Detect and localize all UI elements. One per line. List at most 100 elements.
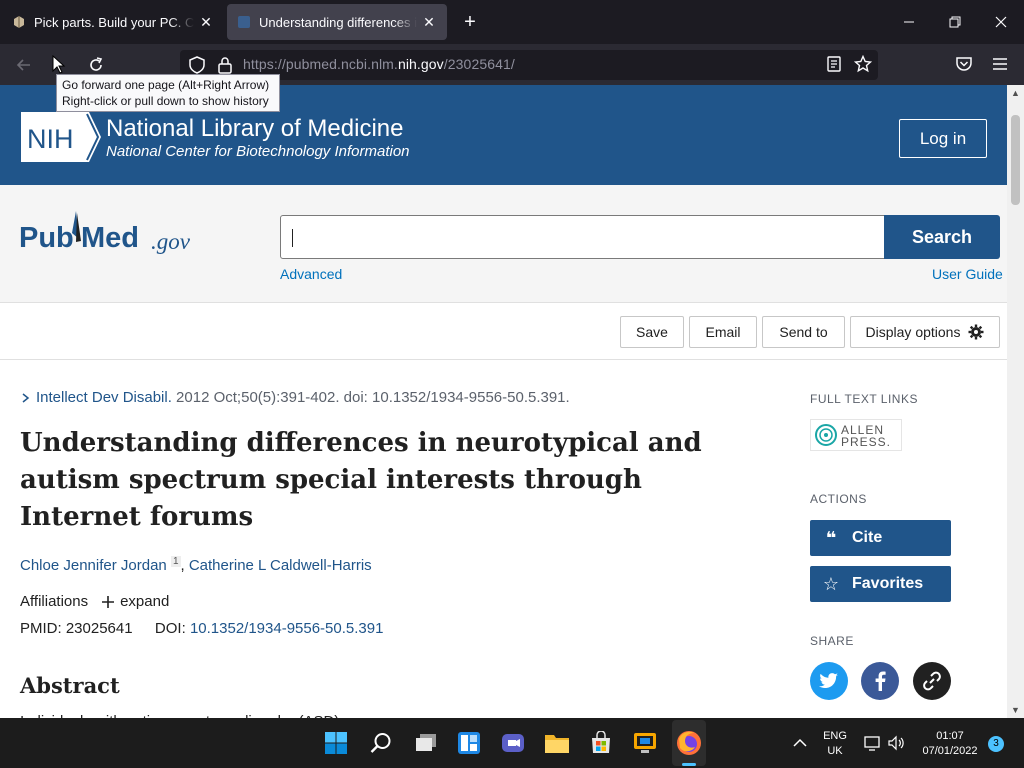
email-button[interactable]: Email [689,316,757,348]
back-button[interactable] [11,52,37,78]
login-button[interactable]: Log in [899,119,987,158]
cite-button[interactable]: ❝ Cite [810,520,951,556]
article-title: Understanding differences in neurotypica… [20,428,702,532]
clock-time: 01:07 [936,730,964,742]
widgets-button[interactable] [455,729,483,757]
nlm-title[interactable]: National Library of Medicine [106,115,403,143]
new-tab-button[interactable]: + [458,10,482,34]
file-explorer-button[interactable] [543,729,571,757]
pocket-icon[interactable] [955,56,973,72]
page-scrollbar[interactable]: ▲ ▼ [1007,85,1024,718]
volume-button[interactable] [884,729,910,757]
folder-icon [545,735,569,753]
journal-link[interactable]: Intellect Dev Disabil. [36,389,172,406]
search-input[interactable] [280,215,885,259]
teams-chat-button[interactable] [499,729,527,757]
quote-icon: ❝ [825,527,837,548]
affiliations-row: Affiliations expand [20,593,169,610]
author-link[interactable]: Catherine L Caldwell-Harris [189,557,372,574]
chat-icon [502,734,524,752]
pubmed-favicon-icon [238,16,250,28]
actions-heading: ACTIONS [810,492,867,506]
author-link[interactable]: Chloe Jennifer Jordan [20,557,167,574]
url-text[interactable]: https://pubmed.ncbi.nlm.nih.gov/23025641… [243,56,515,72]
advanced-search-link[interactable]: Advanced [280,266,342,282]
scroll-thumb[interactable] [1011,115,1020,205]
minimize-icon [904,21,914,23]
tab-title: Pick parts. Build your PC. Compare [34,14,194,30]
share-heading: SHARE [810,634,854,648]
notification-count-badge[interactable]: 3 [988,736,1004,752]
arrow-left-icon [16,59,30,71]
browser-tab-pubmed[interactable]: Understanding differences in neuro ✕ [227,4,447,40]
favorites-button[interactable]: ☆ Favorites [810,566,951,602]
save-button[interactable]: Save [620,316,684,348]
link-icon [923,671,941,691]
firefox-button[interactable] [675,729,703,757]
cite-label: Cite [852,529,883,546]
affiliation-marker[interactable]: 1 [170,556,181,567]
forward-tooltip: Go forward one page (Alt+Right Arrow) Ri… [56,74,280,112]
citation-details: 2012 Oct;50(5):391-402. doi: 10.1352/193… [171,389,570,406]
user-guide-link[interactable]: User Guide [932,266,1003,282]
clock-date: 07/01/2022 [922,745,978,757]
windows-logo-icon [325,732,347,754]
abstract-heading: Abstract [20,673,120,698]
url-path: /23025641/ [443,56,515,72]
close-window-button[interactable] [978,0,1024,44]
share-twitter-button[interactable] [810,662,848,700]
language-code: ENG [823,730,847,742]
display-options-button[interactable]: Display options [850,316,1000,348]
star-outline-icon: ☆ [822,573,840,594]
cursor-pointer-icon [52,55,66,74]
identifier-line: PMID: 23025641 DOI: 10.1352/1934-9556-50… [20,620,383,637]
windows-taskbar: ENG UK 01:07 07/01/2022 [0,718,1024,768]
browser-tab-pcpartpicker[interactable]: Pick parts. Build your PC. Compare ✕ [2,4,224,40]
minimize-button[interactable] [886,0,932,44]
expand-affiliations-button[interactable]: expand [102,593,169,610]
nih-logo[interactable]: NIH [21,112,101,162]
share-facebook-button[interactable] [861,662,899,700]
close-tab-icon[interactable]: ✕ [421,14,437,31]
task-view-button[interactable] [412,729,440,757]
network-button[interactable] [860,729,886,757]
store-button[interactable] [587,729,615,757]
search-button[interactable]: Search [884,215,1000,259]
lock-icon[interactable] [217,56,233,74]
close-tab-icon[interactable]: ✕ [198,14,214,31]
nih-logo-text: NIH [27,124,74,154]
search-taskbar-button[interactable] [367,729,395,757]
hamburger-menu-icon[interactable] [992,57,1008,71]
task-view-icon [416,734,436,751]
plus-icon [102,595,115,608]
copy-link-button[interactable] [913,662,951,700]
expand-label: expand [120,593,170,610]
pmid-text: PMID: 23025641 [20,620,133,637]
shield-icon[interactable] [188,56,206,74]
clock[interactable]: 01:07 07/01/2022 [914,729,986,759]
chevron-right-icon[interactable] [20,392,30,404]
show-hidden-icons-button[interactable] [787,729,813,757]
scroll-up-arrow-icon[interactable]: ▲ [1007,85,1024,101]
restore-button[interactable] [932,0,978,44]
reload-icon [90,57,103,71]
bookmark-star-icon[interactable] [854,55,872,73]
send-to-button[interactable]: Send to [762,316,845,348]
remote-desktop-button[interactable] [631,729,659,757]
scroll-down-arrow-icon[interactable]: ▼ [1007,702,1024,718]
allen-press-line-2: PRESS. [841,435,891,449]
gear-icon [968,324,984,340]
firefox-icon [677,731,701,755]
ncbi-subtitle: National Center for Biotechnology Inform… [106,143,410,160]
doi-link[interactable]: 10.1352/1934-9556-50.5.391 [190,620,384,637]
reader-view-icon[interactable] [826,56,842,72]
network-monitor-icon [864,736,880,751]
language-indicator[interactable]: ENG UK [820,729,850,759]
text-caret [292,229,293,247]
speaker-icon [888,735,904,751]
allen-press-link[interactable]: ALLEN PRESS. [810,419,902,451]
browser-tab-strip: Pick parts. Build your PC. Compare ✕ Und… [0,0,1024,44]
start-button[interactable] [322,729,350,757]
pubmed-logo-med: Med [81,222,139,254]
pubmed-logo[interactable]: Pub Med .gov [19,209,204,264]
